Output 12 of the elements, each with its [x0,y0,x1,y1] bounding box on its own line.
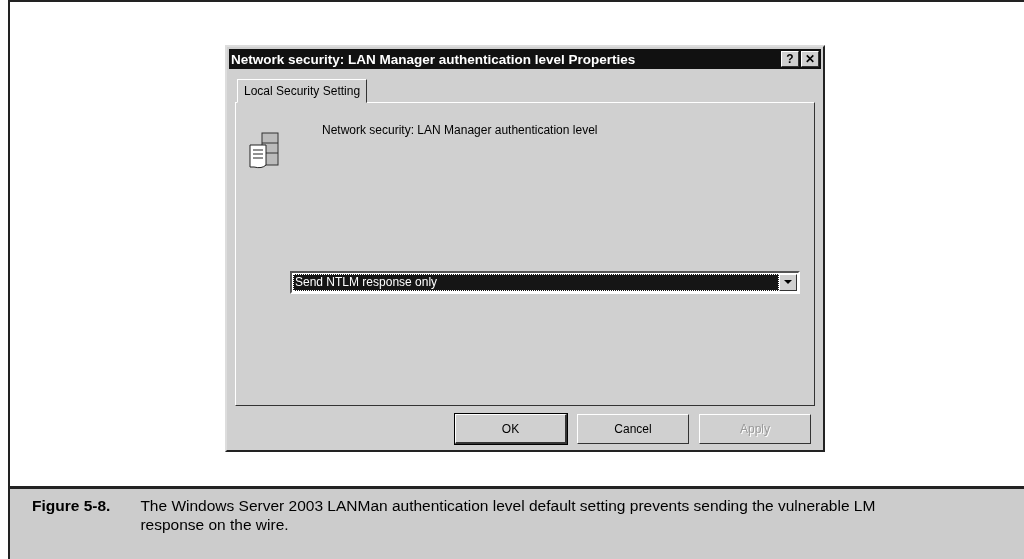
figure-caption: The Windows Server 2003 LANMan authentication level default setting prevents sending the vulnerable LM response on the wire. [140,497,877,535]
close-button[interactable]: ✕ [801,51,819,67]
window-title: Network security: LAN Manager authentication level Properties [231,51,637,67]
dropdown[interactable]: Send NTLM response only [290,271,800,294]
dialog-button[interactable]: Cancel [577,414,689,444]
help-button[interactable]: ? [781,51,799,67]
tab[interactable]: Local Security Setting [237,79,368,103]
server-document-icon [248,131,282,171]
dropdown-value: Send NTLM response only [293,274,779,291]
setting-label: Network security: LAN Manager authentication level [322,123,598,137]
dialog-button[interactable]: OK [455,414,567,444]
figure-number: Figure 5-8. [32,497,111,516]
